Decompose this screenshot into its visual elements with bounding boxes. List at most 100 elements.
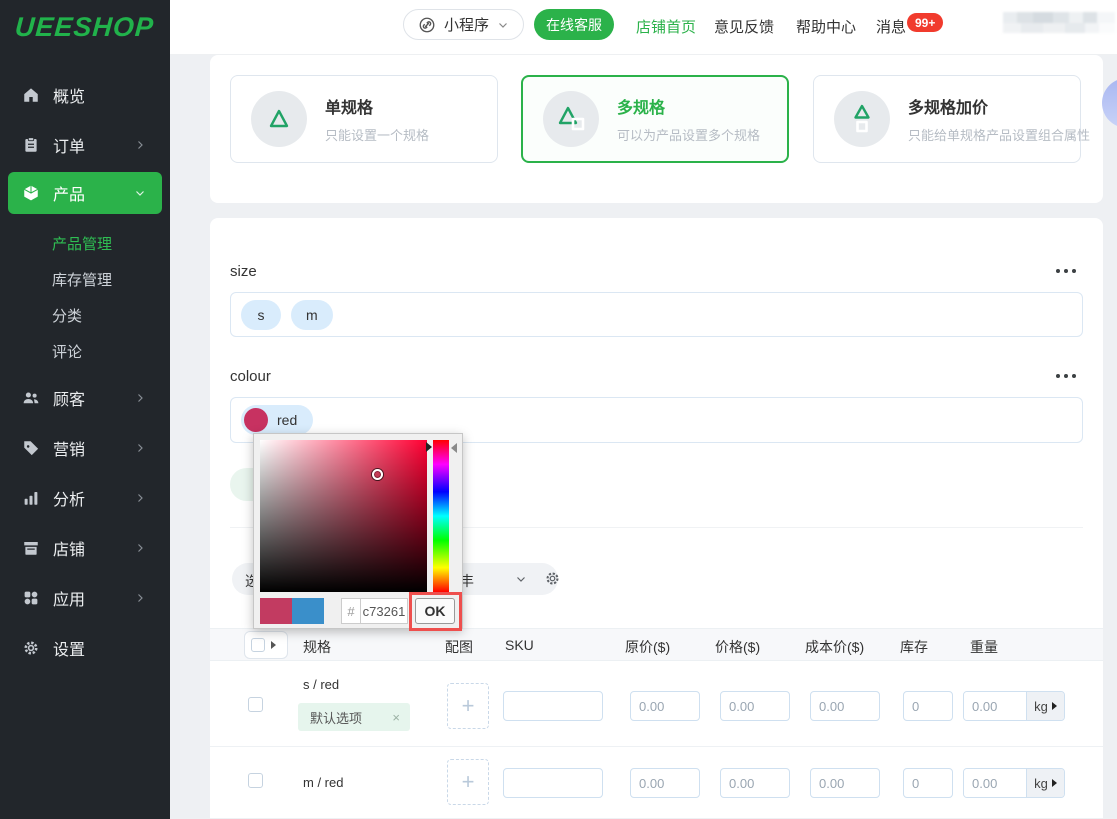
ueeshop-logo: UEESHOP [14, 12, 156, 42]
col-header-stock: 库存 [900, 639, 928, 655]
colour-tag-red[interactable]: red [241, 405, 314, 435]
default-option-tag: 默认选项 × [298, 703, 410, 731]
weight-input-group: kg [963, 691, 1065, 721]
spec-option-multi[interactable]: 多规格 可以为产品设置多个规格 [521, 75, 789, 163]
sidebar-item-label: 订单 [53, 139, 86, 156]
remove-default-icon[interactable]: × [392, 710, 400, 725]
spec-option-single[interactable]: 单规格 只能设置一个规格 [230, 75, 498, 163]
logo-area: UEESHOP [0, 0, 170, 55]
size-values-box: s m [230, 292, 1083, 337]
chevron-down-icon [134, 187, 146, 199]
col-header-price: 价格($) [715, 639, 761, 655]
plus-icon: + [461, 769, 475, 794]
sidebar-item-label: 店铺 [53, 542, 86, 559]
chevron-down-icon[interactable] [515, 573, 527, 585]
sidebar-item-label: 分析 [53, 492, 86, 509]
weight-input[interactable] [964, 692, 1026, 720]
cost-price-input[interactable] [810, 691, 880, 721]
sidebar-item-label: 营销 [53, 442, 86, 459]
sidebar-subitem-categories[interactable]: 分类 [52, 305, 82, 326]
color-picker-ok-button[interactable]: OK [415, 598, 455, 624]
feedback-link[interactable]: 意见反馈 [714, 16, 774, 37]
chevron-right-icon [134, 392, 146, 404]
messages-count-badge[interactable]: 99+ [907, 13, 944, 32]
sidebar-item-store[interactable]: 店铺 [0, 528, 170, 568]
sv-cursor[interactable] [372, 469, 383, 480]
stock-input[interactable] [903, 768, 953, 798]
size-tag-s[interactable]: s [241, 299, 281, 330]
mini-program-dropdown[interactable]: 小程序 [403, 9, 525, 40]
stock-input[interactable] [903, 691, 953, 721]
bar-chart-icon [22, 489, 40, 507]
select-all-group[interactable] [244, 631, 288, 659]
sidebar-item-settings[interactable]: 设置 [0, 628, 170, 668]
chevron-right-icon [134, 492, 146, 504]
store-home-link[interactable]: 店铺首页 [636, 16, 696, 37]
colour-more-menu[interactable] [1056, 374, 1078, 378]
saturation-value-area[interactable] [260, 440, 427, 592]
spec-option-multi-markup[interactable]: 多规格加价 只能给单规格产品设置组合属性 [813, 75, 1090, 163]
sku-table-header: 规格 配图 SKU 原价($) 价格($) 成本价($) 库存 重量 [210, 628, 1103, 661]
select-all-checkbox[interactable] [251, 638, 265, 652]
spec-option-title: 多规格加价 [908, 100, 989, 117]
sidebar-nav: 概览 订单 产品 产品管理 库存管理 分类 评论 顾客 营销 分析 店铺 应用 … [0, 55, 170, 819]
cost-price-input[interactable] [810, 768, 880, 798]
blurred-account-info[interactable] [1003, 12, 1115, 33]
sidebar-item-analytics[interactable]: 分析 [0, 478, 170, 518]
weight-input-group: kg [963, 768, 1065, 798]
original-price-input[interactable] [630, 691, 700, 721]
chevron-right-icon [134, 542, 146, 554]
plus-icon: + [461, 693, 475, 718]
chevron-right-icon [134, 139, 146, 151]
chevron-right-icon [134, 442, 146, 454]
sidebar-item-label: 设置 [53, 642, 86, 659]
sidebar-subitem-inventory[interactable]: 库存管理 [52, 269, 112, 290]
sku-table-row: m / red + kg [210, 747, 1103, 819]
chevron-down-icon [497, 19, 509, 31]
sidebar-item-customers[interactable]: 顾客 [0, 378, 170, 418]
help-center-link[interactable]: 帮助中心 [796, 16, 856, 37]
hue-slider[interactable] [433, 440, 449, 592]
weight-unit-label: kg [1034, 698, 1048, 714]
upload-image-button[interactable]: + [447, 683, 489, 729]
sku-input[interactable] [503, 691, 603, 721]
sidebar-item-overview[interactable]: 概览 [0, 75, 170, 115]
sku-input[interactable] [503, 768, 603, 798]
price-input[interactable] [720, 768, 790, 798]
gear-icon[interactable] [544, 570, 561, 587]
weight-unit-label: kg [1034, 775, 1048, 791]
apps-grid-icon [22, 589, 40, 607]
hue-marker-left-icon [426, 442, 432, 452]
unit-expand-icon [1051, 779, 1057, 787]
weight-input[interactable] [964, 769, 1026, 797]
tag-icon [22, 439, 40, 457]
price-input[interactable] [720, 691, 790, 721]
row-checkbox[interactable] [248, 697, 263, 712]
sidebar-item-label: 顾客 [53, 392, 86, 409]
color-swatch-previous[interactable] [292, 598, 324, 624]
sidebar-item-marketing[interactable]: 营销 [0, 428, 170, 468]
sidebar-item-apps[interactable]: 应用 [0, 578, 170, 618]
sidebar-item-orders[interactable]: 订单 [0, 125, 170, 165]
weight-unit-dropdown[interactable]: kg [1026, 692, 1064, 720]
sidebar-item-label: 应用 [53, 592, 86, 609]
row-spec-name: m / red [303, 775, 344, 790]
expand-rows-icon[interactable] [271, 641, 276, 649]
weight-unit-dropdown[interactable]: kg [1026, 769, 1064, 797]
upload-image-button[interactable]: + [447, 759, 489, 805]
online-service-button[interactable]: 在线客服 [534, 9, 614, 40]
clipboard-icon [22, 136, 40, 154]
sidebar-subitem-product-management[interactable]: 产品管理 [52, 233, 112, 254]
sku-table-row: s / red 默认选项 × + kg [210, 661, 1103, 747]
original-price-input[interactable] [630, 768, 700, 798]
hex-color-input[interactable] [360, 598, 408, 624]
gear-icon [22, 639, 40, 657]
messages-link[interactable]: 消息 [876, 16, 906, 37]
size-tag-m[interactable]: m [291, 299, 333, 330]
chevron-right-icon [134, 592, 146, 604]
row-checkbox[interactable] [248, 773, 263, 788]
size-more-menu[interactable] [1056, 269, 1078, 273]
color-swatch-current[interactable] [260, 598, 292, 624]
sidebar-item-products-active[interactable]: 产品 [8, 172, 162, 214]
sidebar-subitem-reviews[interactable]: 评论 [52, 341, 82, 362]
